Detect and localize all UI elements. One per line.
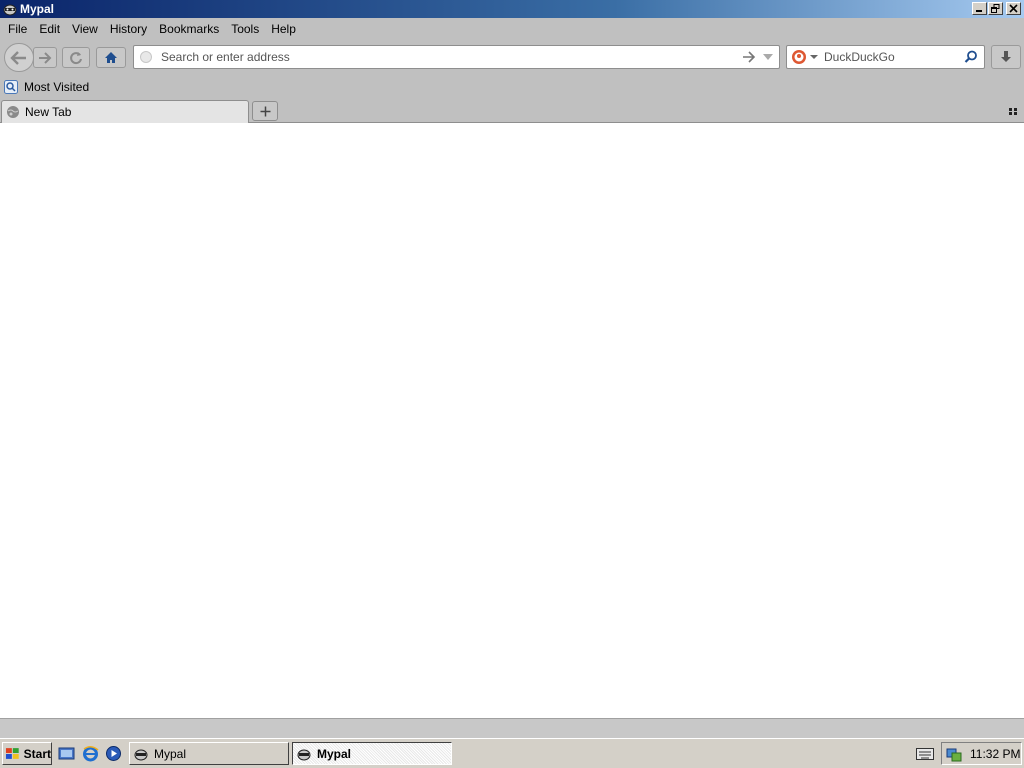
task-label: Mypal <box>317 746 352 761</box>
taskbar-button-mypal[interactable]: Mypal <box>129 742 289 765</box>
minimize-icon <box>976 10 982 12</box>
network-icon[interactable] <box>946 746 962 762</box>
menu-history[interactable]: History <box>104 19 153 39</box>
search-icon[interactable] <box>964 50 978 64</box>
plus-icon <box>260 106 270 116</box>
restore-button[interactable] <box>988 2 1003 15</box>
menu-bookmarks[interactable]: Bookmarks <box>153 19 225 39</box>
page-identity-icon <box>140 51 152 63</box>
engine-dropdown-icon[interactable] <box>810 54 818 60</box>
menu-help[interactable]: Help <box>265 19 302 39</box>
start-button[interactable]: Start <box>2 742 52 765</box>
keyboard-icon[interactable] <box>916 748 934 760</box>
search-input[interactable]: DuckDuckGo <box>824 50 964 64</box>
minimize-button[interactable] <box>972 2 987 15</box>
system-tray: 11:32 PM <box>941 742 1022 765</box>
menu-tools[interactable]: Tools <box>225 19 265 39</box>
raccoon-icon <box>134 749 148 760</box>
duckduckgo-icon[interactable] <box>791 49 807 65</box>
forward-button[interactable] <box>33 47 57 68</box>
start-label: Start <box>23 746 51 761</box>
raccoon-icon <box>297 749 311 760</box>
menu-view[interactable]: View <box>66 19 104 39</box>
home-icon <box>105 52 117 63</box>
navigation-toolbar: Search or enter address DuckDuckGo <box>0 40 1024 75</box>
tab-strip: New Tab <box>0 99 1024 123</box>
list-all-tabs-button[interactable] <box>1008 105 1020 117</box>
bookmark-most-visited[interactable]: Most Visited <box>4 80 89 94</box>
menu-bar: File Edit View History Bookmarks Tools H… <box>0 18 1024 40</box>
window-title: Mypal <box>20 2 55 16</box>
grid-icon <box>1009 108 1017 115</box>
internet-explorer-icon[interactable] <box>82 745 99 762</box>
status-bar <box>0 718 1024 738</box>
bookmarks-toolbar: Most Visited <box>0 75 1024 99</box>
menu-file-label: File <box>8 22 28 36</box>
menu-view-label: View <box>72 22 98 36</box>
close-icon <box>1009 4 1018 13</box>
clock: 11:32 PM <box>970 746 1021 761</box>
menu-help-label: Help <box>271 22 296 36</box>
forward-arrow-icon <box>39 51 52 64</box>
most-visited-icon <box>4 80 18 94</box>
download-icon <box>1001 51 1011 62</box>
media-player-icon[interactable] <box>105 745 122 762</box>
go-arrow-icon[interactable] <box>742 51 756 63</box>
address-bar[interactable]: Search or enter address <box>133 45 780 69</box>
menu-edit[interactable]: Edit <box>33 19 66 39</box>
tab-new-tab[interactable]: New Tab <box>1 100 249 123</box>
back-button[interactable] <box>4 43 34 72</box>
bookmark-label: Most Visited <box>24 80 90 94</box>
taskbar-button-mypal-active[interactable]: Mypal <box>292 742 452 765</box>
menu-history-label: History <box>109 22 148 36</box>
menu-edit-label: Edit <box>39 22 61 36</box>
home-button[interactable] <box>96 47 126 68</box>
address-input[interactable]: Search or enter address <box>161 50 742 64</box>
show-desktop-icon[interactable] <box>58 745 75 762</box>
back-arrow-icon <box>10 50 26 65</box>
new-tab-button[interactable] <box>252 101 278 121</box>
reload-button[interactable] <box>62 47 90 68</box>
window-titlebar[interactable]: Mypal <box>0 0 1024 18</box>
reload-icon <box>70 51 82 64</box>
close-button[interactable] <box>1006 2 1021 15</box>
menu-file[interactable]: File <box>2 19 33 39</box>
taskbar: Start Mypal Mypal 11:32 PM <box>0 738 1024 768</box>
search-bar[interactable]: DuckDuckGo <box>786 45 985 69</box>
downloads-button[interactable] <box>991 45 1021 69</box>
task-label: Mypal <box>154 746 187 761</box>
raccoon-icon <box>3 4 17 16</box>
menu-bookmarks-label: Bookmarks <box>159 22 220 36</box>
menu-tools-label: Tools <box>231 22 260 36</box>
globe-icon <box>7 106 19 118</box>
page-content[interactable] <box>0 123 1024 718</box>
windows-logo-icon <box>5 747 19 759</box>
tab-label: New Tab <box>25 105 72 119</box>
restore-icon <box>991 4 1000 13</box>
dropdown-arrow-icon[interactable] <box>762 52 774 62</box>
